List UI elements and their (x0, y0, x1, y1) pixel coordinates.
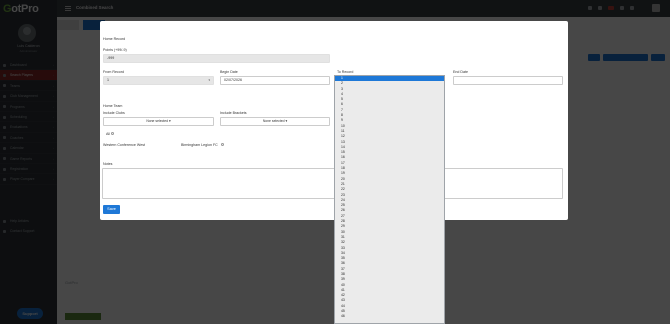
from-record-value: 1 (107, 78, 109, 82)
section-title: Home Record (103, 37, 126, 41)
chevron-down-icon: ▾ (208, 78, 210, 82)
end-date-input[interactable] (453, 76, 563, 85)
home-team-label: Home Team (103, 104, 123, 108)
to-record-label: To Record (337, 70, 354, 74)
begin-date-label: Begin Date (220, 70, 238, 74)
chevron-down-icon: ▾ (168, 119, 171, 123)
include-brackets-select[interactable]: None selected ▾ (220, 117, 330, 126)
points-field: -999 (103, 54, 330, 63)
notes-textarea[interactable] (102, 168, 563, 199)
end-date-label: End Date (453, 70, 468, 74)
include-brackets-label: Include Brackets (220, 111, 247, 115)
save-button[interactable]: Save (103, 205, 120, 214)
include-clubs-label: Include Clubs (103, 111, 125, 115)
birmingham-label: Birmingham Legion FC (181, 143, 218, 147)
from-record-select[interactable]: 1 ▾ (103, 76, 214, 85)
include-clubs-select[interactable]: None selected ▾ (103, 117, 214, 126)
notes-label: Notes (103, 162, 113, 166)
points-label: Points (+99/-9) (103, 48, 127, 52)
birmingham-checkbox[interactable] (221, 143, 224, 146)
begin-date-input[interactable]: 02/07/2026 (220, 76, 330, 85)
from-record-label: From Record (103, 70, 124, 74)
dropdown-option[interactable]: 46 (335, 314, 444, 319)
include-brackets-value: None selected (262, 119, 285, 123)
western-conference-label: Western Conference West (103, 143, 146, 147)
include-clubs-value: None selected (146, 119, 169, 123)
to-record-dropdown-list[interactable]: 1 2 3 4 5 6 7 8 9 10 11 12 13 14 15 16 17 18 19 20 21 22 23 24 2… (334, 75, 445, 324)
all-checkbox[interactable] (111, 132, 114, 135)
all-label: All (106, 132, 110, 136)
chevron-down-icon: ▾ (285, 119, 288, 123)
